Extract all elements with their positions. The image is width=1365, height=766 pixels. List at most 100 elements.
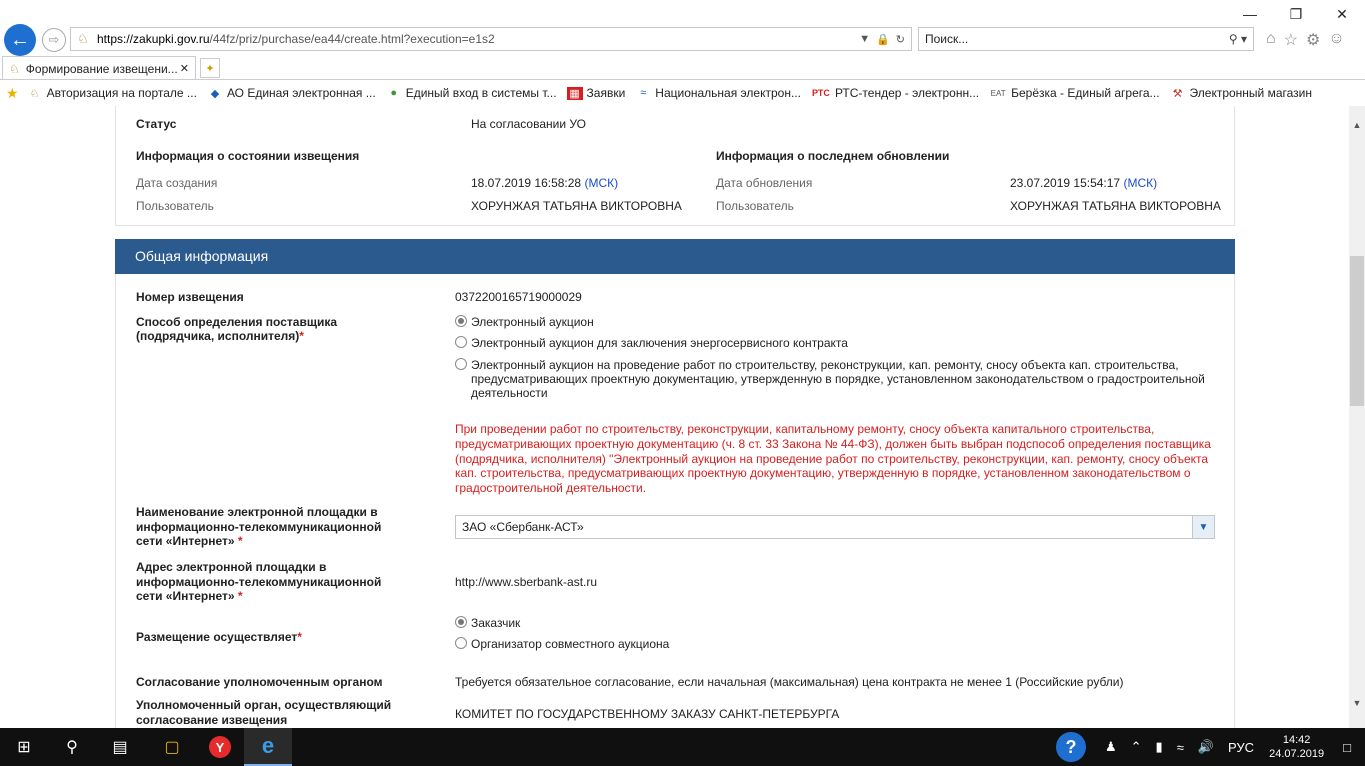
favorite-label: Единый вход в системы т... bbox=[405, 86, 557, 100]
tab-active[interactable]: ♘ Формирование извещени... ✕ bbox=[2, 56, 196, 80]
radio-selected-icon[interactable] bbox=[455, 616, 467, 628]
language-indicator[interactable]: РУС bbox=[1228, 740, 1254, 755]
battery-icon[interactable]: ▮ bbox=[1156, 739, 1163, 755]
radio-label: Заказчик bbox=[471, 616, 521, 630]
favorite-label: РТС-тендер - электронн... bbox=[834, 86, 980, 100]
updated-date: 23.07.2019 15:54:17 bbox=[1010, 176, 1121, 190]
home-icon[interactable]: ⌂ bbox=[1266, 30, 1276, 50]
tab-divider bbox=[0, 79, 1365, 80]
favorite-link[interactable]: EAT Берёзка - Единый агрега... bbox=[989, 86, 1160, 100]
radio-label: Организатор совместного аукциона bbox=[471, 637, 670, 651]
radio-icon[interactable] bbox=[455, 358, 467, 370]
address-bar[interactable]: ♘ https://zakupki.gov.ru/44fz/priz/purch… bbox=[70, 27, 912, 51]
refresh-icon[interactable]: ↻ bbox=[896, 33, 905, 46]
search-input[interactable]: Поиск... bbox=[925, 32, 1229, 46]
method-option-energy[interactable]: Электронный аукцион для заключения энерг… bbox=[455, 336, 848, 350]
scroll-up-icon[interactable]: ▲ bbox=[1349, 120, 1365, 134]
required-mark: * bbox=[237, 589, 243, 603]
notifications-icon[interactable]: □ bbox=[1343, 740, 1351, 755]
wave-logo-icon: ≈ bbox=[640, 87, 647, 99]
notice-number-value: 0372200165719000029 bbox=[455, 290, 582, 304]
internet-explorer-icon[interactable]: e bbox=[244, 728, 292, 766]
section-header-general[interactable]: Общая информация bbox=[115, 239, 1235, 274]
favorite-link[interactable]: ♘ Авторизация на портале ... bbox=[27, 86, 197, 100]
back-arrow-icon: ← bbox=[10, 28, 30, 51]
user-label: Пользователь bbox=[136, 199, 214, 213]
user-value: ХОРУНЖАЯ ТАТЬЯНА ВИКТОРОВНА bbox=[471, 199, 682, 213]
favorite-link[interactable]: РТС РТС-тендер - электронн... bbox=[811, 86, 979, 100]
yandex-browser-icon[interactable]: Y bbox=[196, 728, 244, 766]
method-option-ea[interactable]: Электронный аукцион bbox=[455, 315, 594, 329]
tab-title: Формирование извещени... bbox=[25, 61, 178, 76]
favorite-label: Электронный магазин bbox=[1189, 86, 1313, 100]
windows-start-icon[interactable]: ⊞ bbox=[0, 728, 48, 766]
vertical-scrollbar[interactable]: ▲ ▼ bbox=[1349, 106, 1365, 728]
approval-value: Требуется обязательное согласование, есл… bbox=[455, 675, 1124, 689]
method-label-line: (подрядчика, исполнителя) bbox=[136, 329, 300, 343]
scroll-down-icon[interactable]: ▼ bbox=[1349, 698, 1365, 712]
warning-message: При проведении работ по строительству, р… bbox=[455, 422, 1211, 496]
method-option-construction[interactable]: Электронный аукцион на проведение работ … bbox=[455, 358, 1215, 400]
favorite-link[interactable]: ≈ Национальная электрон... bbox=[635, 86, 801, 100]
favorite-label: Авторизация на портале ... bbox=[46, 86, 197, 100]
favorites-star-icon[interactable]: ★ bbox=[6, 85, 19, 102]
forward-button[interactable]: ⇨ bbox=[42, 28, 66, 52]
update-user-label: Пользователь bbox=[716, 199, 794, 213]
label-line: согласование извещения bbox=[136, 713, 288, 727]
smiley-icon[interactable]: ☺ bbox=[1328, 30, 1344, 50]
wifi-icon[interactable]: ≈ bbox=[1177, 740, 1184, 755]
clock[interactable]: 14:42 24.07.2019 bbox=[1269, 733, 1324, 761]
task-view-icon[interactable]: ▤ bbox=[96, 728, 144, 766]
toolbar-icons: ⌂ ☆ ⚙ ☺ bbox=[1266, 30, 1345, 50]
authority-label: Уполномоченный орган, осуществляющий сог… bbox=[136, 698, 391, 728]
url-path: /44fz/priz/purchase/ea44/create.html?exe… bbox=[209, 32, 495, 46]
search-box[interactable]: Поиск... ⚲ ▾ bbox=[918, 27, 1254, 51]
radio-label: Электронный аукцион bbox=[471, 315, 594, 329]
search-icon[interactable]: ⚲ ▾ bbox=[1229, 32, 1253, 46]
favorite-label: Национальная электрон... bbox=[655, 86, 801, 100]
search-icon[interactable]: ⚲ bbox=[48, 728, 96, 766]
favorite-link[interactable]: ▦ Заявки bbox=[566, 86, 625, 100]
method-label: Способ определения поставщика (подрядчик… bbox=[136, 315, 337, 343]
windows-taskbar: ⊞ ⚲ ▤ ▢ Y e ? ♟ ⌃ ▮ ≈ 🔊 РУС 14:42 24.07.… bbox=[0, 728, 1365, 766]
favorite-link[interactable]: ◆ АО Единая электронная ... bbox=[207, 86, 376, 100]
favorite-link[interactable]: ⚒ Электронный магазин bbox=[1170, 86, 1312, 100]
new-tab-button[interactable]: ✦ bbox=[200, 58, 220, 78]
platform-select[interactable]: ЗАО «Сбербанк-АСТ» ▼ bbox=[455, 515, 1215, 539]
radio-selected-icon[interactable] bbox=[455, 315, 467, 327]
required-mark: * bbox=[299, 329, 304, 343]
placement-option-organizer[interactable]: Организатор совместного аукциона bbox=[455, 637, 669, 651]
gear-icon[interactable]: ⚙ bbox=[1306, 30, 1320, 50]
file-explorer-icon[interactable]: ▢ bbox=[148, 728, 196, 766]
url-text[interactable]: https://zakupki.gov.ru/44fz/priz/purchas… bbox=[97, 32, 859, 46]
chevron-up-icon[interactable]: ⌃ bbox=[1131, 739, 1142, 755]
scrollbar-thumb[interactable] bbox=[1350, 256, 1364, 406]
volume-icon[interactable]: 🔊 bbox=[1198, 739, 1214, 755]
forward-arrow-icon: ⇨ bbox=[48, 32, 60, 47]
diamond-logo-icon: ◆ bbox=[210, 87, 220, 100]
favorite-link[interactable]: ● Единый вход в системы т... bbox=[386, 86, 557, 100]
url-host: https://zakupki.gov.ru bbox=[97, 32, 210, 46]
radio-icon[interactable] bbox=[455, 637, 467, 649]
clock-time: 14:42 bbox=[1282, 734, 1311, 746]
lock-icon[interactable]: 🔒 bbox=[876, 33, 890, 46]
radio-icon[interactable] bbox=[455, 336, 467, 348]
system-tray: ? ♟ ⌃ ▮ ≈ 🔊 РУС 14:42 24.07.2019 □ bbox=[1055, 728, 1365, 766]
approval-label: Согласование уполномоченным органом bbox=[136, 675, 383, 689]
timezone-label: (МСК) bbox=[584, 176, 619, 190]
address-bar-icons: ▼ 🔒 ↻ bbox=[859, 33, 911, 46]
help-icon[interactable]: ? bbox=[1055, 732, 1086, 762]
favorites-star-icon[interactable]: ☆ bbox=[1284, 30, 1298, 50]
placement-label: Размещение осуществляет* bbox=[136, 630, 302, 644]
label-line: Адрес электронной площадки в bbox=[136, 560, 327, 574]
placement-option-customer[interactable]: Заказчик bbox=[455, 616, 520, 630]
required-mark: * bbox=[237, 534, 243, 548]
back-button[interactable]: ← bbox=[4, 24, 36, 56]
dropdown-arrow-icon[interactable]: ▼ bbox=[859, 33, 870, 46]
people-icon[interactable]: ♟ bbox=[1105, 739, 1117, 755]
chevron-down-icon[interactable]: ▼ bbox=[1192, 516, 1214, 538]
label-line: Наименование электронной площадки в bbox=[136, 505, 378, 519]
status-value: На согласовании УО bbox=[471, 117, 586, 131]
close-tab-icon[interactable]: ✕ bbox=[180, 62, 195, 75]
favorite-label: АО Единая электронная ... bbox=[226, 86, 376, 100]
